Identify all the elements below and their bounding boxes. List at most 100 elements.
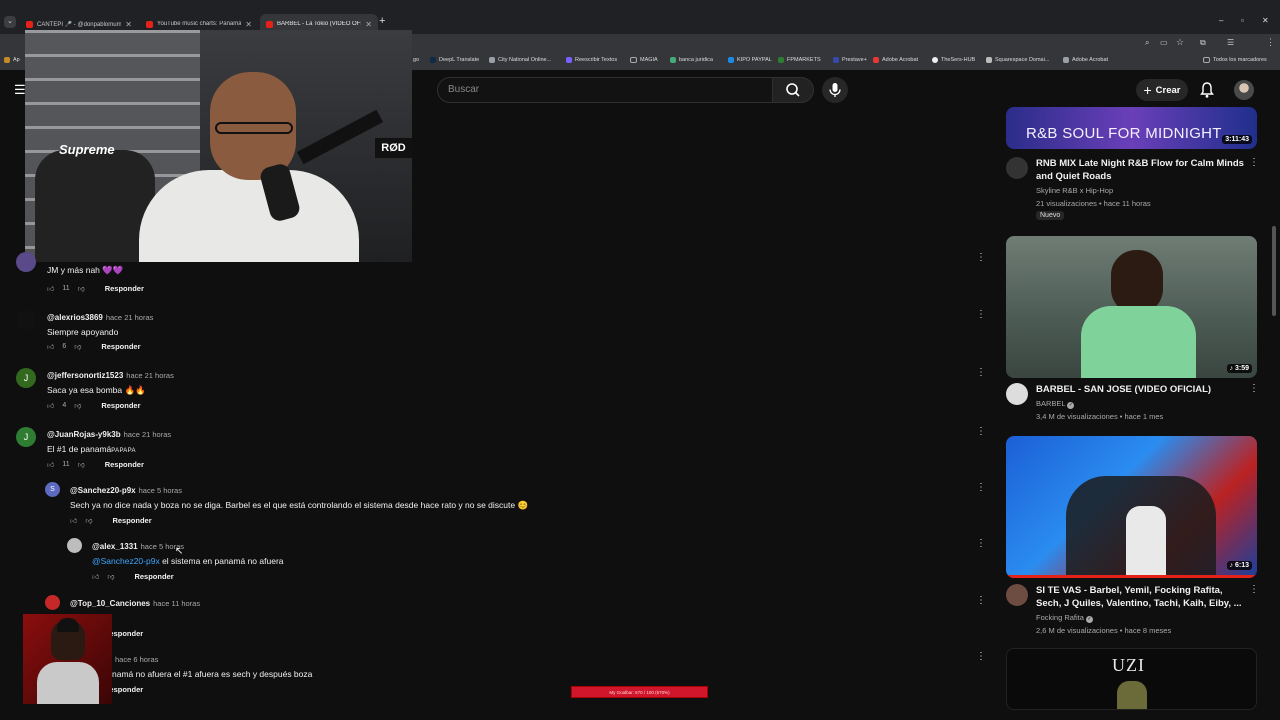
comment-author[interactable]: @JuanRojas-y9k3b — [47, 430, 121, 439]
video-title[interactable]: BARBEL - SAN JOSE (VIDEO OFICIAL) — [1036, 383, 1248, 396]
maximize-icon[interactable]: ▫ — [1241, 16, 1244, 25]
bookmark-item[interactable]: Adobe Acrobat — [1063, 57, 1108, 63]
cast-icon[interactable]: ▭ — [1160, 38, 1168, 47]
reply-avatar[interactable] — [45, 595, 60, 610]
dislike-icon[interactable]: 👎︎ — [74, 342, 81, 351]
bookmark-item[interactable]: Reescribir Textos — [566, 57, 617, 63]
comment-avatar[interactable] — [16, 310, 36, 330]
window-close-icon[interactable]: ✕ — [1262, 16, 1269, 25]
bookmark-item[interactable]: banca juridica — [670, 57, 713, 63]
hamburger-menu-icon[interactable]: ☰ — [14, 82, 26, 98]
search-button[interactable] — [772, 77, 814, 103]
bookmark-star-icon[interactable]: ☆ — [1176, 37, 1184, 48]
like-icon[interactable]: 👍︎ — [70, 516, 77, 525]
bookmark-item[interactable]: Squarespace Domai... — [986, 57, 1049, 63]
comment-time[interactable]: hace 11 horas — [153, 599, 200, 608]
reply-button[interactable]: Responder — [101, 342, 140, 351]
video-thumbnail[interactable]: R&B SOUL FOR MIDNIGHT 3:11:43 — [1006, 107, 1257, 149]
channel-avatar[interactable] — [1006, 383, 1028, 405]
voice-search-button[interactable] — [822, 77, 848, 103]
comment-author[interactable]: @Top_10_Canciones — [70, 599, 150, 608]
reply-avatar[interactable]: S — [45, 482, 60, 497]
video-title[interactable]: RNB MIX Late Night R&B Flow for Calm Min… — [1036, 157, 1248, 183]
account-avatar[interactable] — [1234, 80, 1254, 100]
mention-link[interactable]: @Sanchez20-p9x — [92, 556, 160, 566]
notifications-bell-icon[interactable] — [1199, 81, 1215, 99]
close-icon[interactable]: ✕ — [365, 20, 372, 29]
like-icon[interactable]: 👍︎ — [47, 460, 54, 469]
profile-icon[interactable]: ☰ — [1227, 38, 1234, 47]
comment-time[interactable]: hace 21 horas — [126, 371, 174, 380]
apps-icon[interactable]: Ap — [4, 57, 20, 63]
verified-icon: ✓ — [1086, 616, 1094, 623]
bookmark-item[interactable]: DeepL Translate — [430, 57, 479, 63]
close-icon[interactable]: ✕ — [125, 20, 132, 29]
channel-avatar[interactable] — [1006, 584, 1028, 606]
bookmark-folder[interactable]: MAGIA — [630, 57, 658, 63]
channel-avatar[interactable] — [1006, 157, 1028, 179]
comment-avatar[interactable]: J — [16, 427, 36, 447]
dislike-icon[interactable]: 👎︎ — [78, 460, 85, 469]
comment-menu-icon[interactable]: ⋮ — [976, 309, 986, 320]
dislike-icon[interactable]: 👎︎ — [85, 516, 92, 525]
comment-author[interactable]: @jeffersonortiz1523 — [47, 371, 123, 380]
create-button[interactable]: + Crear — [1136, 79, 1188, 101]
page-scrollbar[interactable] — [1272, 226, 1276, 316]
comment-menu-icon[interactable]: ⋮ — [976, 538, 986, 549]
video-menu-icon[interactable]: ⋮ — [1249, 383, 1259, 394]
comment-avatar[interactable] — [16, 252, 36, 272]
menu-icon[interactable]: ⋮ — [1266, 37, 1275, 48]
tab-list-button[interactable]: ⌄ — [4, 16, 16, 28]
search-input[interactable]: Buscar — [437, 77, 773, 103]
comment-author[interactable]: @alexrios3869 — [47, 313, 103, 322]
bookmark-item[interactable]: Adobe Acrobat — [873, 57, 918, 63]
comment-menu-icon[interactable]: ⋮ — [976, 426, 986, 437]
reply-button[interactable]: Responder — [105, 284, 144, 293]
like-icon[interactable]: 👍︎ — [47, 284, 54, 293]
reply-button[interactable]: Responder — [112, 516, 151, 525]
channel-name[interactable]: Skyline R&B x Hip-Hop — [1036, 186, 1113, 195]
comment-menu-icon[interactable]: ⋮ — [976, 595, 986, 606]
bookmark-item[interactable]: go — [413, 57, 419, 63]
comment-time[interactable]: hace 21 horas — [106, 313, 154, 322]
comment-author[interactable]: @Sanchez20-p9x — [70, 486, 136, 495]
reply-button[interactable]: Responder — [105, 460, 144, 469]
new-tab-button[interactable]: + — [379, 15, 385, 27]
comment-menu-icon[interactable]: ⋮ — [976, 367, 986, 378]
dislike-icon[interactable]: 👎︎ — [74, 401, 81, 410]
comment-avatar[interactable]: J — [16, 368, 36, 388]
video-thumbnail[interactable]: ♪ 6:13 — [1006, 436, 1257, 578]
zoom-icon[interactable]: ⌕ — [1145, 38, 1149, 48]
comment-menu-icon[interactable]: ⋮ — [976, 252, 986, 263]
like-icon[interactable]: 👍︎ — [47, 401, 54, 410]
bookmark-item[interactable]: FPMARKETS — [778, 57, 821, 63]
video-thumbnail[interactable]: UZI — [1006, 648, 1257, 710]
bookmark-item[interactable]: KIPO PAYPAL — [728, 57, 772, 63]
reply-avatar[interactable] — [67, 538, 82, 553]
bookmark-item[interactable]: City National Online... — [489, 57, 551, 63]
video-menu-icon[interactable]: ⋮ — [1249, 157, 1259, 168]
comment-menu-icon[interactable]: ⋮ — [976, 482, 986, 493]
channel-name[interactable]: Focking Rafita ✓ — [1036, 613, 1094, 623]
comment-time[interactable]: hace 5 horas — [139, 486, 182, 495]
comment-menu-icon[interactable]: ⋮ — [976, 651, 986, 662]
all-bookmarks-folder[interactable]: Todos los marcadores — [1203, 57, 1267, 63]
like-icon[interactable]: 👍︎ — [47, 342, 54, 351]
channel-name[interactable]: BARBEL ✓ — [1036, 399, 1075, 409]
reply-button[interactable]: Responder — [101, 401, 140, 410]
extensions-icon[interactable]: ⧉ — [1200, 38, 1206, 48]
comment-time[interactable]: hace 21 horas — [124, 430, 172, 439]
bookmark-item[interactable]: TheSers-HUB — [932, 57, 975, 63]
minimize-icon[interactable]: – — [1219, 16, 1223, 25]
dislike-icon[interactable]: 👎︎ — [107, 572, 114, 581]
comment-author[interactable]: @alex_1331 — [92, 542, 138, 551]
video-menu-icon[interactable]: ⋮ — [1249, 584, 1259, 595]
reply-button[interactable]: Responder — [134, 572, 173, 581]
comment-time[interactable]: hace 6 horas — [115, 655, 158, 664]
bookmark-item[interactable]: Prestave+ — [833, 57, 867, 63]
close-icon[interactable]: ✕ — [245, 20, 252, 29]
video-thumbnail[interactable]: ♪ 3:59 — [1006, 236, 1257, 378]
dislike-icon[interactable]: 👎︎ — [78, 284, 85, 293]
like-icon[interactable]: 👍︎ — [92, 572, 99, 581]
video-title[interactable]: SI TE VAS - Barbel, Yemil, Focking Rafit… — [1036, 584, 1248, 610]
